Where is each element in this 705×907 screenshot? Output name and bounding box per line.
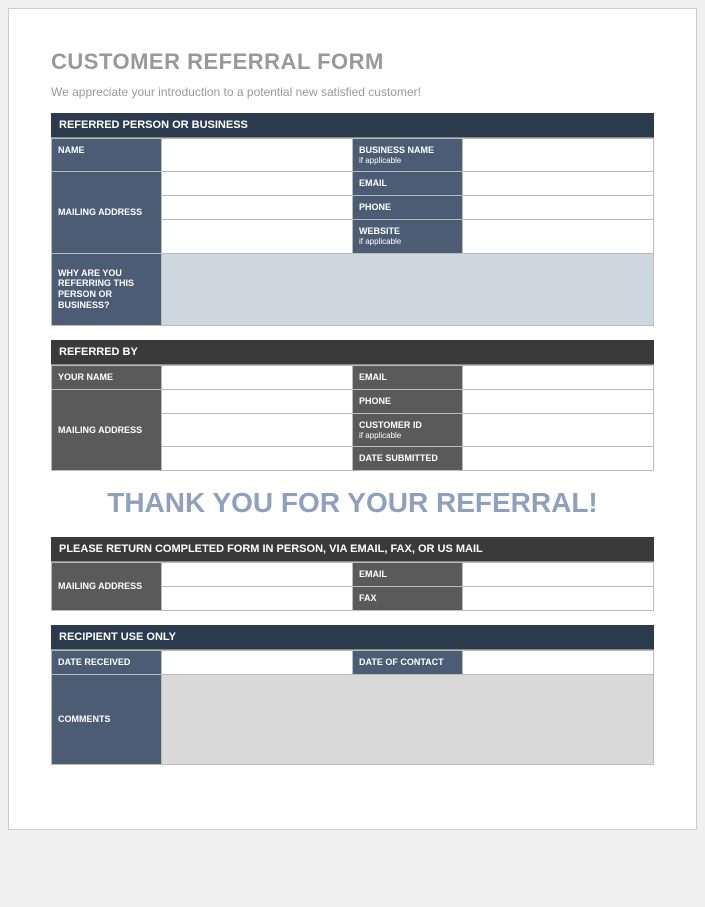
business-name-field[interactable] xyxy=(463,139,654,172)
fax-field[interactable] xyxy=(463,587,654,611)
phone-label: PHONE xyxy=(353,389,463,413)
section-header: REFERRED PERSON OR BUSINESS xyxy=(51,113,654,138)
mailing-address-label: MAILING ADDRESS xyxy=(52,172,162,253)
mailing-address-label: MAILING ADDRESS xyxy=(52,563,162,611)
section-referred-by: REFERRED BY YOUR NAME EMAIL MAILING ADDR… xyxy=(51,340,654,471)
comments-label: COMMENTS xyxy=(52,675,162,765)
phone-label: PHONE xyxy=(353,196,463,220)
phone-field[interactable] xyxy=(463,389,654,413)
name-field[interactable] xyxy=(162,139,353,172)
section-recipient-use: RECIPIENT USE ONLY DATE RECEIVED DATE OF… xyxy=(51,625,654,765)
your-name-label: YOUR NAME xyxy=(52,365,162,389)
label-sub: if applicable xyxy=(359,237,456,247)
mailing-address-field-2[interactable] xyxy=(162,413,353,446)
fax-label: FAX xyxy=(353,587,463,611)
label-text: BUSINESS NAME xyxy=(359,145,434,155)
page-title: CUSTOMER REFERRAL FORM xyxy=(51,49,654,75)
return-form-table: MAILING ADDRESS EMAIL FAX xyxy=(51,562,654,611)
your-name-field[interactable] xyxy=(162,365,353,389)
section-header: PLEASE RETURN COMPLETED FORM IN PERSON, … xyxy=(51,537,654,562)
section-header: RECIPIENT USE ONLY xyxy=(51,625,654,650)
mailing-address-field-1[interactable] xyxy=(162,563,353,587)
mailing-address-field-1[interactable] xyxy=(162,389,353,413)
business-name-label: BUSINESS NAME if applicable xyxy=(353,139,463,172)
mailing-address-field-2[interactable] xyxy=(162,587,353,611)
website-label: WEBSITE if applicable xyxy=(353,220,463,253)
form-document: CUSTOMER REFERRAL FORM We appreciate you… xyxy=(8,8,697,830)
mailing-address-field-3[interactable] xyxy=(162,447,353,471)
email-label: EMAIL xyxy=(353,563,463,587)
date-submitted-field[interactable] xyxy=(463,447,654,471)
label-sub: if applicable xyxy=(359,431,456,441)
customer-id-field[interactable] xyxy=(463,413,654,446)
date-submitted-label: DATE SUBMITTED xyxy=(353,447,463,471)
referred-person-table: NAME BUSINESS NAME if applicable MAILING… xyxy=(51,138,654,326)
customer-id-label: CUSTOMER ID if applicable xyxy=(353,413,463,446)
comments-field[interactable] xyxy=(162,675,654,765)
email-field[interactable] xyxy=(463,563,654,587)
thank-you-heading: THANK YOU FOR YOUR REFERRAL! xyxy=(51,487,654,519)
label-text: WEBSITE xyxy=(359,226,400,236)
mailing-address-label: MAILING ADDRESS xyxy=(52,389,162,470)
date-of-contact-label: DATE OF CONTACT xyxy=(353,651,463,675)
phone-field[interactable] xyxy=(463,196,654,220)
mailing-address-field-1[interactable] xyxy=(162,172,353,196)
label-sub: if applicable xyxy=(359,156,456,166)
why-referring-field[interactable] xyxy=(162,253,654,325)
email-field[interactable] xyxy=(463,365,654,389)
email-label: EMAIL xyxy=(353,365,463,389)
website-field[interactable] xyxy=(463,220,654,253)
why-referring-label: WHY ARE YOU REFERRING THIS PERSON OR BUS… xyxy=(52,253,162,325)
date-received-label: DATE RECEIVED xyxy=(52,651,162,675)
date-received-field[interactable] xyxy=(162,651,353,675)
label-text: CUSTOMER ID xyxy=(359,420,422,430)
section-referred-person: REFERRED PERSON OR BUSINESS NAME BUSINES… xyxy=(51,113,654,326)
section-header: REFERRED BY xyxy=(51,340,654,365)
mailing-address-field-2[interactable] xyxy=(162,196,353,220)
section-return-form: PLEASE RETURN COMPLETED FORM IN PERSON, … xyxy=(51,537,654,611)
recipient-use-table: DATE RECEIVED DATE OF CONTACT COMMENTS xyxy=(51,650,654,765)
page-subtitle: We appreciate your introduction to a pot… xyxy=(51,85,654,99)
date-of-contact-field[interactable] xyxy=(463,651,654,675)
mailing-address-field-3[interactable] xyxy=(162,220,353,253)
referred-by-table: YOUR NAME EMAIL MAILING ADDRESS PHONE CU… xyxy=(51,365,654,471)
email-field[interactable] xyxy=(463,172,654,196)
name-label: NAME xyxy=(52,139,162,172)
email-label: EMAIL xyxy=(353,172,463,196)
